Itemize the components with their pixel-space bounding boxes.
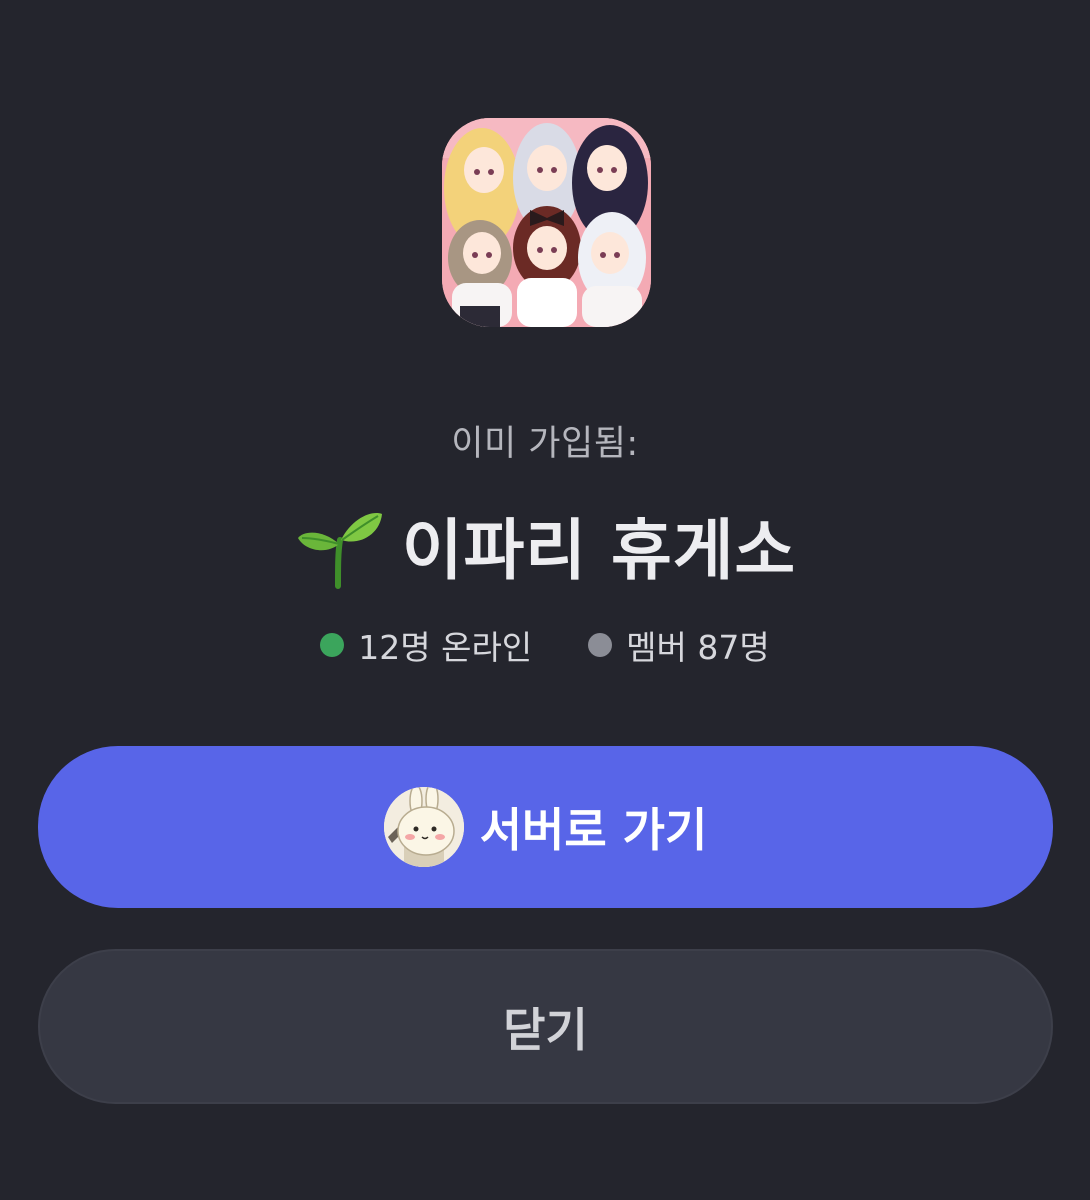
online-count: 12명 온라인	[320, 621, 532, 669]
server-name: 이파리 휴게소	[401, 512, 797, 589]
already-joined-label: 이미 가입됨:	[451, 424, 639, 464]
go-to-server-label: 서버로 가기	[479, 803, 708, 857]
server-stats: 12명 온라인 멤버 87명	[0, 620, 1090, 670]
server-title: 이파리 휴게소	[0, 500, 1090, 590]
online-status-dot-icon	[320, 633, 345, 657]
server-artwork-icon	[442, 118, 651, 327]
member-status-dot-icon	[588, 633, 613, 657]
go-to-server-button[interactable]: 서버로 가기	[38, 746, 1053, 908]
close-button[interactable]: 닫기	[38, 949, 1053, 1104]
online-count-text: 12명 온라인	[358, 628, 533, 667]
sprout-icon	[297, 513, 382, 589]
bunny-avatar-icon	[383, 787, 464, 867]
member-count-text: 멤버 87명	[626, 628, 770, 667]
member-count: 멤버 87명	[588, 621, 770, 669]
close-label: 닫기	[503, 1002, 588, 1057]
